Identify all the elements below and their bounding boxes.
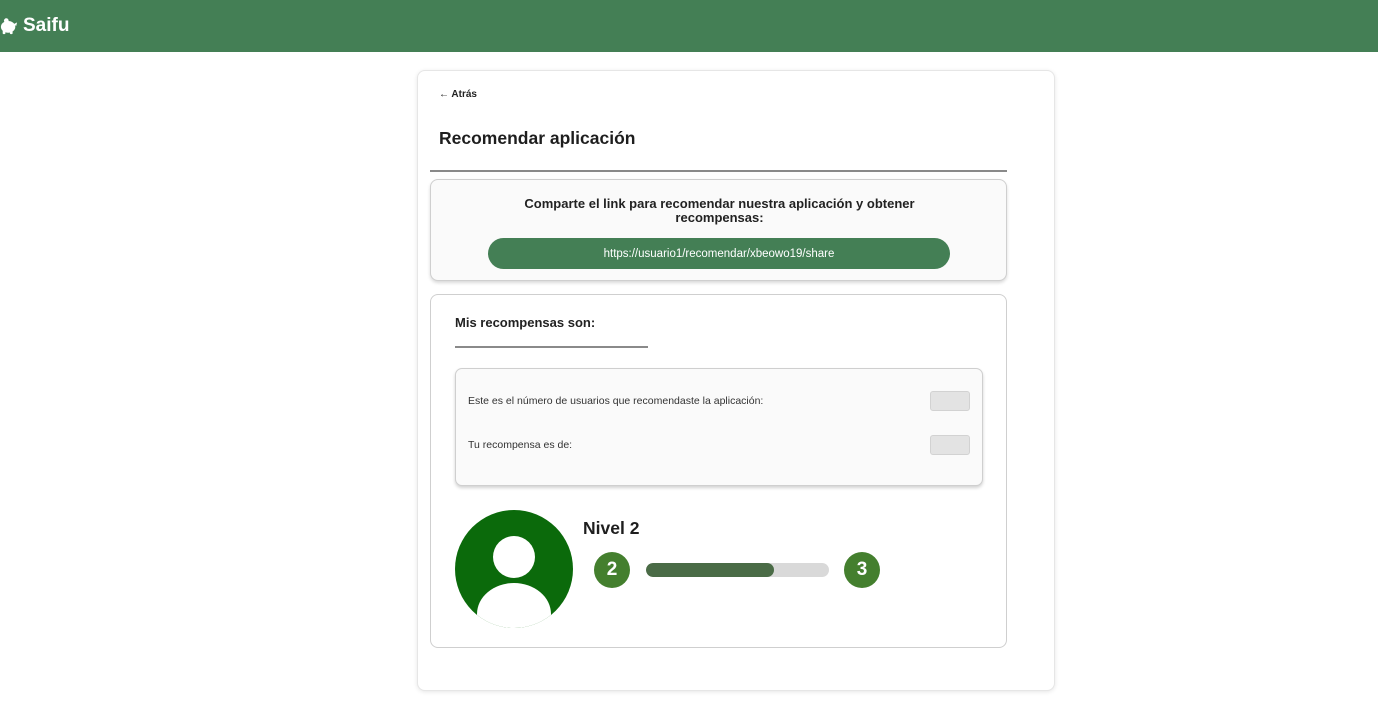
referred-users-label: Este es el número de usuarios que recome… [468,395,764,407]
next-level-number: 3 [856,559,868,580]
piggy-bank-icon [0,17,18,35]
page-title: Recomendar aplicación [439,128,636,148]
back-link[interactable]: ← Atrás [439,89,477,100]
back-label: ← Atrás [439,89,477,100]
current-level-number: 2 [606,559,618,580]
share-box: Comparte el link para recomendar nuestra… [430,179,1007,281]
share-link-button[interactable]: https://usuario1/recomendar/xbeowo19/sha… [488,238,950,269]
rewards-stats-box: Este es el número de usuarios que recome… [455,368,983,486]
current-level-badge: 2 [594,552,630,588]
next-level-badge: 3 [844,552,880,588]
level-title: Nivel 2 [583,518,640,538]
level-progress-fill [646,563,775,577]
brand[interactable]: Saifu [0,15,69,37]
rewards-title: Mis recompensas son: [455,315,596,330]
reward-label: Tu recompensa es de: [468,439,573,451]
share-link-text: https://usuario1/recomendar/xbeowo19/sha… [603,247,835,260]
top-bar: Saifu [0,0,1378,52]
share-instructions: Comparte el link para recomendar nuestra… [524,196,915,225]
referred-users-value [930,391,970,411]
recommend-card: ← Atrás Recomendar aplicación Comparte e… [417,70,1055,691]
title-divider [430,170,1007,172]
level-progress-bar [646,563,829,577]
app-name: Saifu [23,15,70,36]
user-avatar-icon [455,510,573,628]
rewards-divider [455,346,648,348]
reward-value [930,435,970,455]
rewards-section: Mis recompensas son: Este es el número d… [430,294,1007,648]
